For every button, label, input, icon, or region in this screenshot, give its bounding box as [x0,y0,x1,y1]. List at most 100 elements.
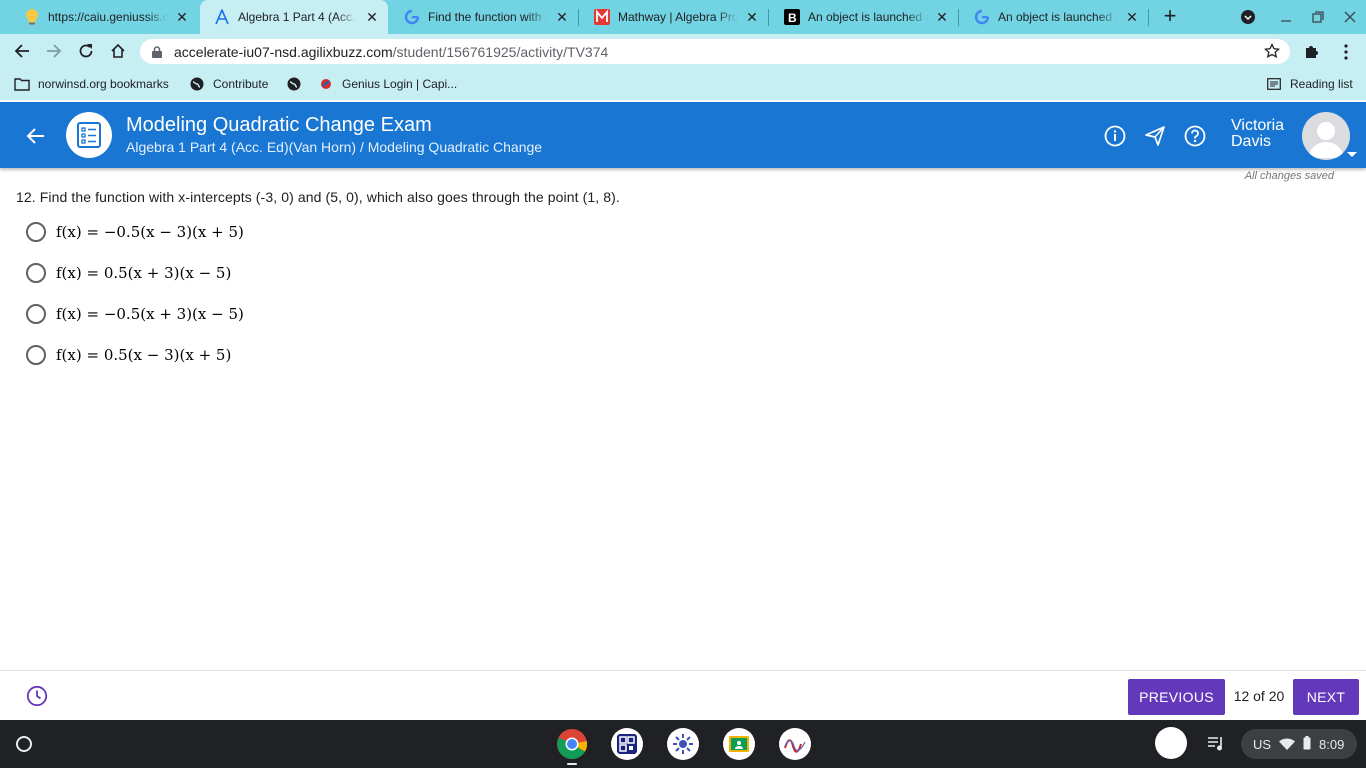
answer-choice-b[interactable]: f(x) = 0.5(x + 3)(x − 5) [26,261,231,285]
radio-button[interactable] [26,345,46,365]
tab-title: https://caiu.geniussis.c [48,10,168,24]
reading-list-button[interactable]: Reading list [1266,76,1353,92]
tab-title: Mathway | Algebra Prob [618,10,738,24]
extensions-puzzle-icon[interactable] [1302,42,1322,62]
launcher-icon[interactable] [16,736,32,752]
save-status: All changes saved [1244,170,1334,182]
os-shelf [0,720,1366,768]
tab-divider [1148,9,1149,26]
forward-arrow-icon[interactable] [40,37,68,65]
exam-footer: PREVIOUS 12 of 20 NEXT [0,670,1366,720]
browser-tab-active[interactable]: Algebra 1 Part 4 (Acc. E ✕ [200,0,388,34]
tab-title: An object is launched a [998,10,1118,24]
bookmark-label: Genius Login | Capi... [342,77,458,91]
back-arrow-icon[interactable] [22,122,50,150]
google-classroom-icon[interactable] [723,728,755,760]
breadcrumb[interactable]: Algebra 1 Part 4 (Acc. Ed)(Van Horn) / M… [126,139,542,155]
choice-formula: f(x) = −0.5(x − 3)(x + 5) [56,223,244,241]
tab-title: Algebra 1 Part 4 (Acc. E [238,10,358,24]
answer-choice-a[interactable]: f(x) = −0.5(x − 3)(x + 5) [26,220,244,244]
tab-title: An object is launched a [808,10,928,24]
globe-icon [189,76,205,92]
google-icon [404,9,420,25]
question-prompt: 12. Find the function with x-intercepts … [16,189,620,205]
chevron-down-icon[interactable] [1347,152,1357,157]
user-name[interactable]: Victoria Davis [1231,118,1297,150]
browser-tab[interactable]: Find the function with x ✕ [390,0,578,34]
home-icon[interactable] [104,37,132,65]
media-queue-icon[interactable] [1202,730,1230,758]
bookmark-item[interactable]: norwinsd.org bookmarks [14,76,169,92]
browser-menu-icon[interactable] [1336,42,1356,62]
page-indicator: 12 of 20 [1233,688,1285,704]
svg-text:B: B [788,11,797,25]
browser-tab[interactable]: An object is launched a ✕ [960,0,1148,34]
close-tab-icon[interactable]: ✕ [744,9,760,26]
bookmark-item[interactable] [286,76,310,92]
bookmarks-bar: norwinsd.org bookmarks Contribute Genius… [0,68,1366,100]
choice-formula: f(x) = −0.5(x + 3)(x − 5) [56,305,244,323]
url-host: accelerate-iu07-nsd.agilixbuzz.com [174,43,393,60]
close-tab-icon[interactable]: ✕ [554,9,570,26]
back-arrow-icon[interactable] [8,37,36,65]
google-icon [974,9,990,25]
app-header: Modeling Quadratic Change Exam Algebra 1… [0,102,1366,168]
locale-label: US [1253,737,1272,752]
close-tab-icon[interactable]: ✕ [1124,9,1140,26]
new-tab-button[interactable]: + [1158,5,1182,29]
info-icon[interactable] [1104,125,1126,147]
close-window-icon[interactable] [1334,0,1366,34]
wifi-icon [1279,738,1295,753]
bookmark-item[interactable]: Contribute [189,76,268,92]
page-title: Modeling Quadratic Change Exam [126,114,432,136]
screencastify-icon[interactable] [667,728,699,760]
browser-tab[interactable]: B An object is launched a ✕ [770,0,958,34]
browser-tab[interactable]: Mathway | Algebra Prob ✕ [580,0,768,34]
mathway-icon [594,9,610,25]
lightbulb-icon [24,9,40,25]
desmos-icon[interactable] [779,728,811,760]
tab-divider [958,9,959,26]
previous-button[interactable]: PREVIOUS [1128,679,1225,715]
send-icon[interactable] [1144,125,1166,147]
tab-search-icon[interactable] [1232,0,1264,34]
clock-icon[interactable] [26,685,48,707]
close-tab-icon[interactable]: ✕ [174,9,190,26]
account-avatar-icon[interactable] [1155,727,1187,759]
avatar[interactable] [1302,112,1350,160]
browser-tab[interactable]: https://caiu.geniussis.c ✕ [10,0,198,34]
answer-choice-c[interactable]: f(x) = −0.5(x + 3)(x − 5) [26,302,244,326]
minimize-icon[interactable] [1270,0,1302,34]
exam-checklist-icon [66,112,112,158]
battery-icon [1303,736,1311,753]
question-number: 12. [16,189,36,205]
globe-icon [286,76,302,92]
reading-list-label: Reading list [1290,77,1353,91]
question-text: Find the function with x-intercepts (-3,… [39,189,620,205]
brainly-icon: B [784,9,800,25]
qr-scanner-icon[interactable] [611,728,643,760]
clock-time: 8:09 [1319,737,1345,752]
user-last-name: Davis [1231,133,1272,150]
close-tab-icon[interactable]: ✕ [364,9,380,26]
answer-choice-d[interactable]: f(x) = 0.5(x − 3)(x + 5) [26,343,231,367]
bookmark-item[interactable]: Genius Login | Capi... [318,76,457,92]
close-tab-icon[interactable]: ✕ [934,9,950,26]
url-path: /student/156761925/activity/TV374 [392,43,609,60]
chrome-icon[interactable] [556,728,588,760]
address-bar[interactable]: accelerate-iu07-nsd.agilixbuzz.com/stude… [140,39,1290,64]
tab-divider [768,9,769,26]
reload-icon[interactable] [72,37,100,65]
restore-icon[interactable] [1302,0,1334,34]
tab-divider [578,9,579,26]
folder-icon [14,76,30,92]
bookmark-label: Contribute [213,77,269,91]
next-button[interactable]: NEXT [1293,679,1359,715]
bookmark-star-icon[interactable] [1263,42,1281,62]
choice-formula: f(x) = 0.5(x + 3)(x − 5) [56,264,232,282]
tab-title: Find the function with x [428,10,548,24]
radio-button[interactable] [26,222,46,242]
radio-button[interactable] [26,263,46,283]
help-icon[interactable] [1184,125,1206,147]
radio-button[interactable] [26,304,46,324]
